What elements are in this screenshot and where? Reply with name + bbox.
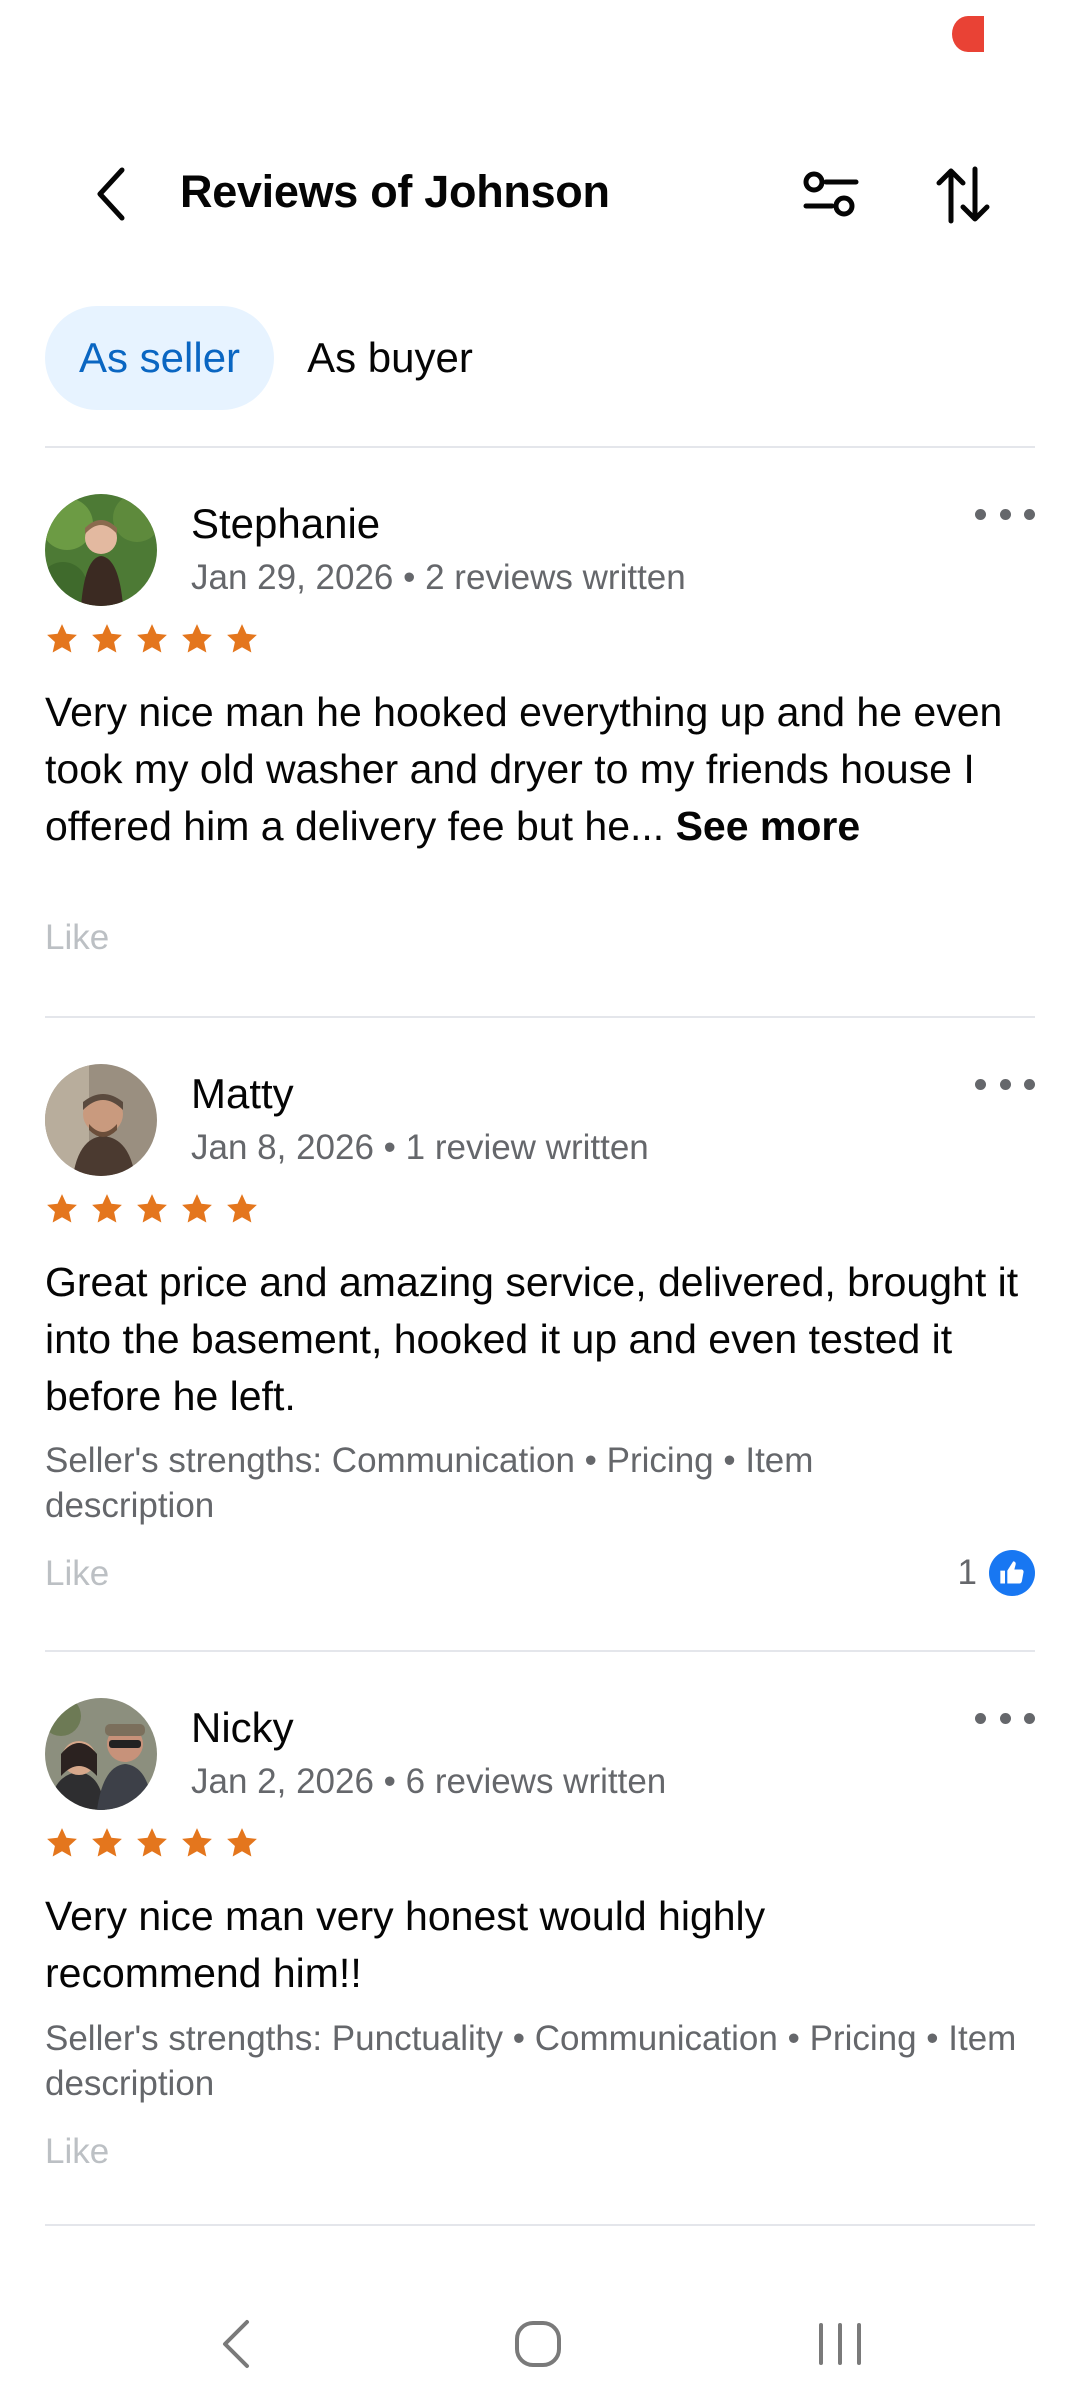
star-icon — [92, 1194, 122, 1223]
like-button[interactable]: Like — [45, 2132, 109, 2172]
nav-back-icon — [223, 2320, 249, 2368]
nav-home-icon — [515, 2321, 561, 2367]
more-options-button[interactable] — [975, 494, 1035, 534]
divider — [45, 2224, 1035, 2226]
review-card: Stephanie Jan 29, 2026 • 2 reviews writt… — [45, 494, 1035, 957]
nav-back-button[interactable] — [195, 2304, 275, 2384]
star-icon — [182, 1828, 212, 1857]
star-icon — [182, 1194, 212, 1223]
tab-as-seller[interactable]: As seller — [45, 306, 275, 410]
star-icon — [137, 1828, 167, 1857]
reviewer-name[interactable]: Nicky — [191, 1704, 294, 1752]
sort-button[interactable] — [928, 160, 998, 230]
seller-strengths: Seller's strengths: Communication • Pric… — [45, 1441, 814, 1525]
review-card: Nicky Jan 2, 2026 • 6 reviews written Ve… — [45, 1698, 1035, 2198]
more-options-button[interactable] — [975, 1698, 1035, 1738]
review-card: Matty Jan 8, 2026 • 1 review written Gre… — [45, 1064, 1035, 1596]
review-meta: Jan 29, 2026 • 2 reviews written — [191, 558, 686, 597]
review-body: Great price and amazing service, deliver… — [45, 1259, 1019, 1419]
like-button[interactable]: Like — [45, 1554, 109, 1594]
divider — [45, 1016, 1035, 1018]
sort-arrows-icon — [936, 166, 990, 224]
nav-recents-button[interactable] — [800, 2304, 880, 2384]
star-icon — [137, 624, 167, 653]
more-dots-icon — [975, 508, 986, 520]
star-icon — [92, 624, 122, 653]
page-title: Reviews of Johnson — [180, 166, 610, 217]
avatar[interactable] — [45, 494, 157, 606]
star-icon — [47, 624, 77, 653]
more-dots-icon — [975, 1078, 986, 1090]
nav-recents-icon — [819, 2323, 861, 2365]
back-button[interactable] — [82, 164, 142, 224]
recording-indicator — [952, 16, 984, 52]
star-icon — [137, 1194, 167, 1223]
divider — [45, 446, 1035, 448]
like-count[interactable]: 1 — [958, 1550, 1035, 1596]
reviewer-name[interactable]: Matty — [191, 1070, 294, 1118]
more-dots-icon — [975, 1712, 986, 1724]
divider — [45, 1650, 1035, 1652]
nav-home-button[interactable] — [498, 2304, 578, 2384]
filter-button[interactable] — [796, 160, 866, 230]
star-icon — [92, 1828, 122, 1857]
star-rating — [45, 1826, 259, 1860]
review-text: Great price and amazing service, deliver… — [45, 1254, 1035, 1425]
star-icon — [47, 1194, 77, 1223]
review-meta: Jan 2, 2026 • 6 reviews written — [191, 1762, 667, 1801]
seller-strengths: Seller's strengths: Punctuality • Commun… — [45, 2019, 1017, 2103]
star-icon — [227, 624, 257, 653]
see-more-link[interactable]: See more — [676, 803, 861, 849]
star-icon — [227, 1194, 257, 1223]
review-text: Very nice man very honest would highly r… — [45, 1888, 845, 2002]
header: Reviews of Johnson — [0, 148, 1080, 238]
review-meta: Jan 8, 2026 • 1 review written — [191, 1128, 649, 1167]
like-button[interactable]: Like — [45, 918, 109, 958]
star-icon — [227, 1828, 257, 1857]
avatar[interactable] — [45, 1698, 157, 1810]
tab-as-buyer[interactable]: As buyer — [274, 306, 507, 410]
review-text: Very nice man he hooked everything up an… — [45, 684, 1035, 855]
star-icon — [182, 624, 212, 653]
system-nav-bar — [0, 2280, 1080, 2408]
star-rating — [45, 622, 259, 656]
star-icon — [47, 1828, 77, 1857]
avatar[interactable] — [45, 1064, 157, 1176]
back-arrow-icon — [97, 167, 125, 221]
like-count-number: 1 — [957, 1553, 977, 1592]
review-body: Very nice man very honest would highly r… — [45, 1893, 766, 1996]
status-bar — [0, 0, 1080, 80]
reviewer-name[interactable]: Stephanie — [191, 500, 380, 548]
thumbs-up-icon — [989, 1550, 1035, 1596]
more-options-button[interactable] — [975, 1064, 1035, 1104]
role-tabs: As seller As buyer — [45, 306, 507, 410]
star-rating — [45, 1192, 259, 1226]
filter-sliders-icon — [803, 171, 859, 217]
